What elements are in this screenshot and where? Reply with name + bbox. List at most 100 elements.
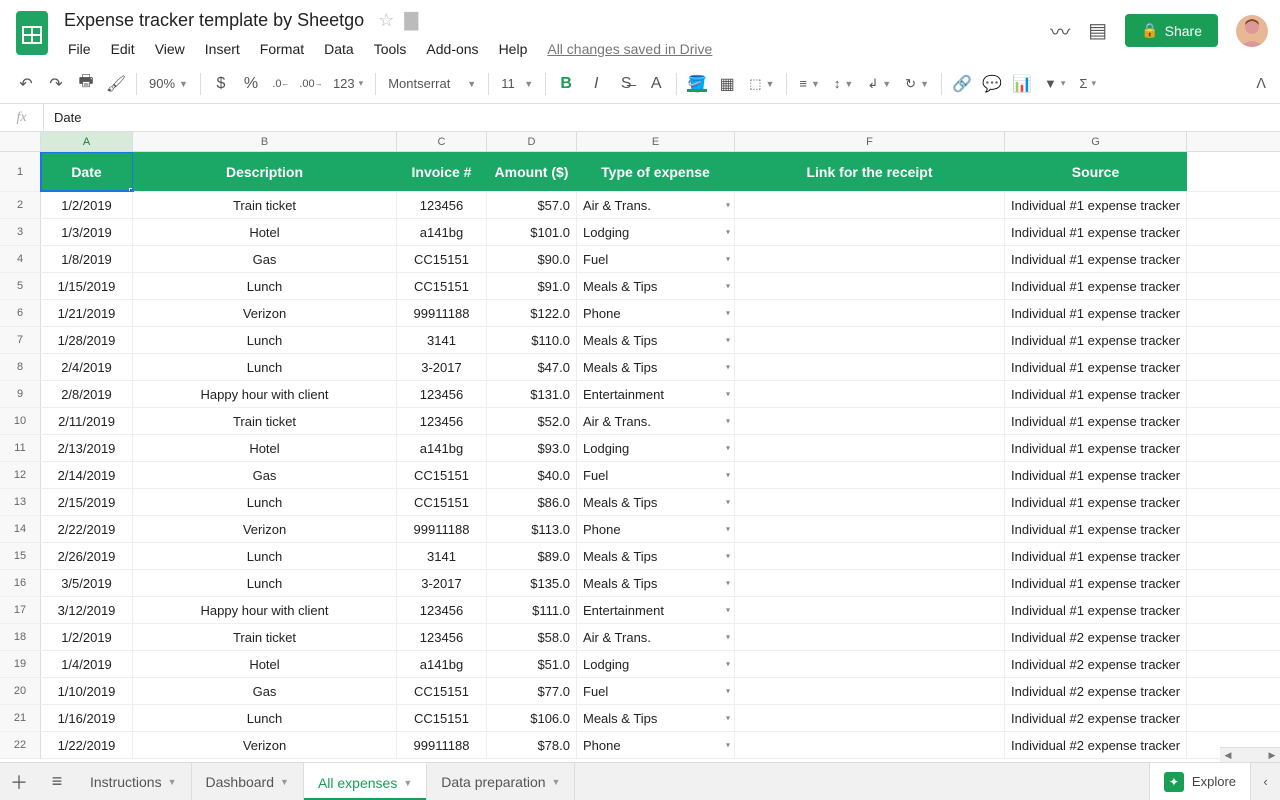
cell[interactable]	[735, 246, 1005, 272]
add-sheet-button[interactable]: ＋	[0, 763, 38, 800]
dropdown-arrow-icon[interactable]: ▾	[726, 435, 730, 461]
cell[interactable]: Happy hour with client	[133, 381, 397, 407]
menu-data[interactable]: Data	[316, 37, 362, 61]
cell[interactable]: $51.0	[487, 651, 577, 677]
cell[interactable]: 1/22/2019	[41, 732, 133, 758]
cell[interactable]: Phone▾	[577, 732, 735, 758]
cell[interactable]: $113.0	[487, 516, 577, 542]
cell[interactable]: 99911188	[397, 300, 487, 326]
cell[interactable]: Train ticket	[133, 192, 397, 218]
cell[interactable]: Gas	[133, 462, 397, 488]
dropdown-arrow-icon[interactable]: ▾	[726, 651, 730, 677]
bold-button[interactable]: B	[552, 70, 580, 98]
row-header[interactable]: 22	[0, 732, 41, 758]
cell[interactable]: $78.0	[487, 732, 577, 758]
cell[interactable]: Air & Trans.▾	[577, 192, 735, 218]
row-header[interactable]: 16	[0, 570, 41, 596]
cell[interactable]: Meals & Tips▾	[577, 354, 735, 380]
dropdown-arrow-icon[interactable]: ▾	[726, 516, 730, 542]
insert-chart-button[interactable]: 📊	[1008, 70, 1036, 98]
cell[interactable]: $40.0	[487, 462, 577, 488]
cell[interactable]: Lunch	[133, 489, 397, 515]
print-button[interactable]: 🖶	[72, 70, 100, 98]
cell[interactable]: Lunch	[133, 273, 397, 299]
cell[interactable]: Meals & Tips▾	[577, 543, 735, 569]
strikethrough-button[interactable]: S̶	[612, 70, 640, 98]
row-header[interactable]: 18	[0, 624, 41, 650]
borders-button[interactable]: ▦	[713, 70, 741, 98]
cell[interactable]: CC15151	[397, 678, 487, 704]
cell[interactable]: Fuel▾	[577, 678, 735, 704]
cell[interactable]: 123456	[397, 624, 487, 650]
cell[interactable]: $106.0	[487, 705, 577, 731]
cell[interactable]: Individual #1 expense tracker	[1005, 570, 1187, 596]
cell[interactable]	[735, 435, 1005, 461]
cell[interactable]: $90.0	[487, 246, 577, 272]
cell[interactable]: Individual #2 expense tracker	[1005, 651, 1187, 677]
dropdown-arrow-icon[interactable]: ▾	[726, 597, 730, 623]
cell[interactable]	[735, 273, 1005, 299]
italic-button[interactable]: I	[582, 70, 610, 98]
text-rotation-dropdown[interactable]: ↻▼	[899, 76, 935, 92]
cell[interactable]	[735, 192, 1005, 218]
sheet-tab-data-preparation[interactable]: Data preparation▼	[427, 763, 575, 800]
cell[interactable]: 3-2017	[397, 570, 487, 596]
cell[interactable]: $91.0	[487, 273, 577, 299]
cell[interactable]: Air & Trans.▾	[577, 408, 735, 434]
cell[interactable]: 3-2017	[397, 354, 487, 380]
cell[interactable]: Phone▾	[577, 516, 735, 542]
select-all-corner[interactable]	[0, 132, 41, 151]
row-header[interactable]: 13	[0, 489, 41, 515]
cell[interactable]: $122.0	[487, 300, 577, 326]
cell[interactable]	[735, 354, 1005, 380]
menu-file[interactable]: File	[60, 37, 99, 61]
row-header[interactable]: 19	[0, 651, 41, 677]
cell[interactable]: Gas	[133, 678, 397, 704]
row-header[interactable]: 7	[0, 327, 41, 353]
cell[interactable]: 1/28/2019	[41, 327, 133, 353]
cell[interactable]: Meals & Tips▾	[577, 489, 735, 515]
cell[interactable]: Meals & Tips▾	[577, 327, 735, 353]
dropdown-arrow-icon[interactable]: ▾	[726, 462, 730, 488]
dropdown-arrow-icon[interactable]: ▾	[726, 219, 730, 245]
sheet-tab-menu-icon[interactable]: ▼	[403, 778, 412, 788]
paint-format-button[interactable]: 🖌	[102, 70, 130, 98]
format-currency-button[interactable]: $	[207, 70, 235, 98]
cell[interactable]: Lunch	[133, 705, 397, 731]
cell[interactable]: Individual #1 expense tracker	[1005, 300, 1187, 326]
cell[interactable]: Individual #1 expense tracker	[1005, 246, 1187, 272]
cell[interactable]: Entertainment▾	[577, 381, 735, 407]
filter-dropdown[interactable]: ▼▾	[1038, 76, 1071, 91]
cell[interactable]: a141bg	[397, 435, 487, 461]
cell[interactable]: Lodging▾	[577, 219, 735, 245]
column-header-E[interactable]: E	[577, 132, 735, 151]
font-family-dropdown[interactable]: Montserrat▼	[382, 76, 482, 91]
cell[interactable]: Verizon	[133, 516, 397, 542]
dropdown-arrow-icon[interactable]: ▾	[726, 192, 730, 218]
header-cell[interactable]: Link for the receipt	[735, 152, 1005, 191]
sheet-tab-menu-icon[interactable]: ▼	[280, 777, 289, 787]
cell[interactable]: Individual #1 expense tracker	[1005, 516, 1187, 542]
cell[interactable]: Fuel▾	[577, 246, 735, 272]
cell[interactable]: Hotel	[133, 435, 397, 461]
dropdown-arrow-icon[interactable]: ▾	[726, 354, 730, 380]
cell[interactable]: a141bg	[397, 219, 487, 245]
row-header[interactable]: 15	[0, 543, 41, 569]
dropdown-arrow-icon[interactable]: ▾	[726, 705, 730, 731]
cell[interactable]: Train ticket	[133, 624, 397, 650]
cell[interactable]: 1/10/2019	[41, 678, 133, 704]
row-header[interactable]: 2	[0, 192, 41, 218]
undo-button[interactable]: ↶	[12, 70, 40, 98]
cell[interactable]: Individual #1 expense tracker	[1005, 354, 1187, 380]
cell[interactable]: CC15151	[397, 489, 487, 515]
cell[interactable]: CC15151	[397, 462, 487, 488]
cell[interactable]: 1/4/2019	[41, 651, 133, 677]
row-header[interactable]: 6	[0, 300, 41, 326]
cell[interactable]: 3141	[397, 327, 487, 353]
dropdown-arrow-icon[interactable]: ▾	[726, 624, 730, 650]
cell[interactable]: $57.0	[487, 192, 577, 218]
cell[interactable]	[735, 381, 1005, 407]
dropdown-arrow-icon[interactable]: ▾	[726, 543, 730, 569]
cell[interactable]: Individual #1 expense tracker	[1005, 462, 1187, 488]
cell[interactable]: a141bg	[397, 651, 487, 677]
